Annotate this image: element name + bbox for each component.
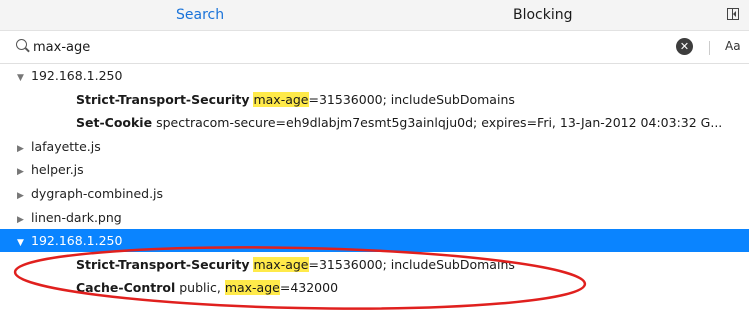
search-input[interactable] — [33, 37, 633, 57]
result-match-row[interactable]: Strict-Transport-Security max-age=315360… — [0, 88, 749, 111]
header-value-suffix: =31536000; includeSubDomains — [308, 256, 515, 272]
collapsed-triangle-icon[interactable]: ▶ — [17, 138, 31, 158]
header-value-suffix: =31536000; includeSubDomains — [308, 91, 515, 107]
tab-search[interactable]: Search — [176, 0, 224, 30]
result-file-row[interactable]: ▶ lafayette.js — [0, 135, 749, 158]
header-value-prefix: spectracom-secure=eh9dlabjm7esmt5g3ainlq… — [156, 115, 723, 131]
result-file-name: 192.168.1.250 — [31, 233, 123, 249]
result-file-row[interactable]: ▶ linen-dark.png — [0, 206, 749, 229]
header-name: Strict-Transport-Security — [76, 91, 250, 107]
result-file-name: linen-dark.png — [31, 209, 122, 225]
header-name: Set-Cookie — [76, 115, 153, 131]
result-file-name: 192.168.1.250 — [31, 68, 123, 83]
result-file-row[interactable]: ▼ 192.168.1.250 — [0, 64, 749, 87]
result-file-row[interactable]: ▼ 192.168.1.250 — [0, 229, 749, 253]
header-value-suffix: =432000 — [279, 280, 339, 296]
result-match-row[interactable]: Cache-Control public, max-age=432000 — [0, 276, 749, 299]
collapsed-triangle-icon[interactable]: ▶ — [17, 209, 31, 229]
clear-search-icon[interactable]: ✕ — [676, 38, 693, 55]
expanded-triangle-icon[interactable]: ▼ — [17, 67, 31, 87]
result-match-row[interactable]: Set-Cookie spectracom-secure=eh9dlabjm7e… — [0, 111, 749, 134]
tab-blocking[interactable]: Blocking — [513, 0, 573, 30]
header-name: Cache-Control — [76, 280, 176, 296]
header-name: Strict-Transport-Security — [76, 256, 250, 272]
dock-side-icon[interactable] — [727, 8, 739, 20]
match-highlight: max-age — [253, 256, 309, 272]
result-file-name: dygraph-combined.js — [31, 186, 164, 201]
match-highlight: max-age — [253, 91, 309, 107]
result-match-row[interactable]: Strict-Transport-Security max-age=315360… — [0, 253, 749, 276]
collapsed-triangle-icon[interactable]: ▶ — [17, 185, 31, 205]
toolbar-separator — [709, 41, 710, 55]
result-file-row[interactable]: ▶ helper.js — [0, 158, 749, 181]
collapsed-triangle-icon[interactable]: ▶ — [17, 161, 31, 181]
expanded-triangle-icon[interactable]: ▼ — [17, 232, 31, 252]
result-file-row[interactable]: ▶ dygraph-combined.js — [0, 182, 749, 205]
panel-tab-bar: Search Blocking — [0, 0, 749, 31]
search-bar: ✕ Aa — [0, 31, 749, 64]
header-value-prefix: public, — [179, 280, 225, 296]
search-icon — [16, 39, 27, 50]
case-sensitive-button[interactable]: Aa — [725, 39, 741, 53]
result-file-name: helper.js — [31, 162, 84, 178]
match-highlight: max-age — [224, 280, 280, 296]
result-file-name: lafayette.js — [31, 138, 101, 154]
